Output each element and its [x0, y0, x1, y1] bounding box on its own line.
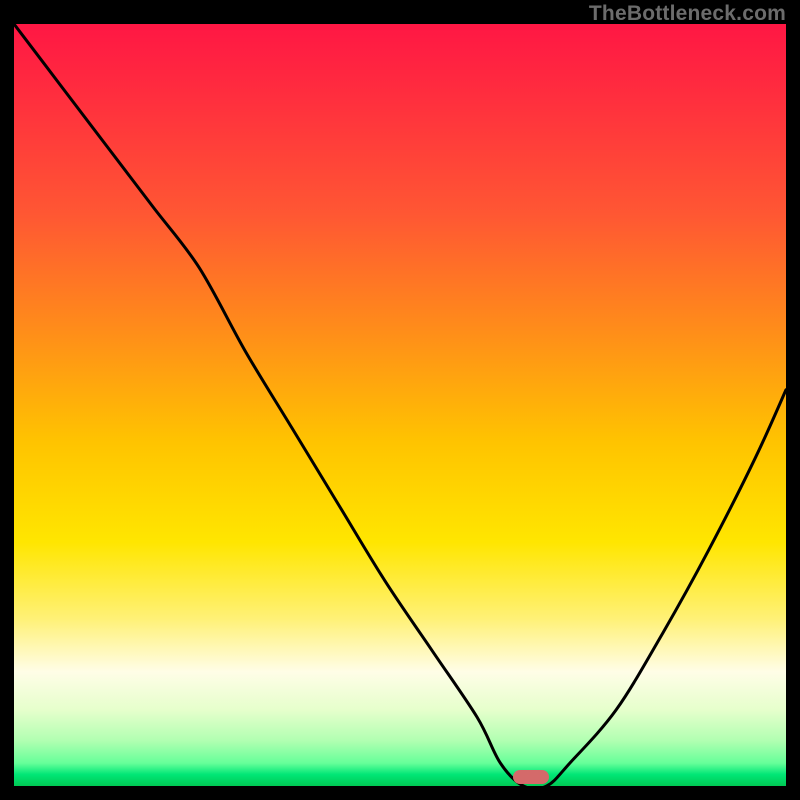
plot-area	[14, 24, 786, 786]
optimal-marker	[513, 770, 549, 784]
watermark-text: TheBottleneck.com	[589, 2, 786, 26]
chart-container: TheBottleneck.com	[0, 0, 800, 800]
bottleneck-curve	[14, 24, 786, 786]
